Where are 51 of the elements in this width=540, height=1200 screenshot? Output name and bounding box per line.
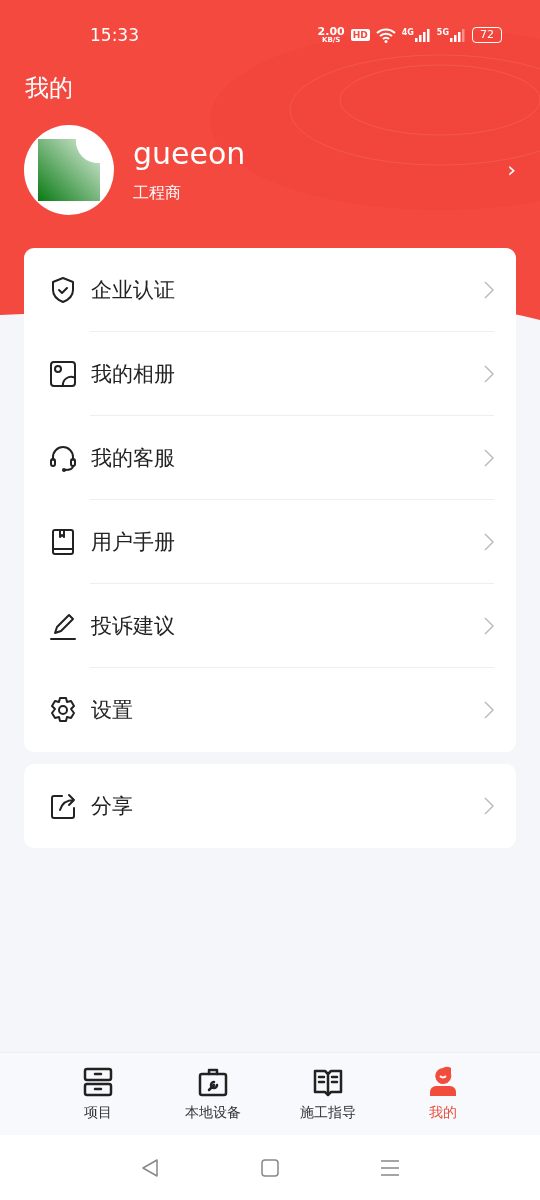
menu-label: 分享: [91, 793, 133, 820]
page-title: 我的: [24, 73, 74, 104]
chevron-icon: [484, 365, 494, 383]
user-name: gueeon: [133, 135, 246, 171]
tab[interactable]: 项目: [40, 1053, 155, 1135]
settings-icon: [48, 695, 78, 725]
chevron-icon: [484, 701, 494, 719]
menu-item[interactable]: 用户手册: [24, 500, 516, 584]
tab-label: 项目: [83, 1104, 112, 1122]
menu-label: 用户手册: [91, 529, 175, 556]
menu-item[interactable]: 设置: [24, 668, 516, 752]
chevron-link[interactable]: ›: [507, 157, 516, 182]
menu-item[interactable]: 企业认证: [24, 248, 516, 332]
menu-label: 投诉建议: [91, 613, 175, 640]
menu-item[interactable]: 分享: [24, 764, 516, 848]
chevron-icon: [484, 797, 494, 815]
signal-icon: [414, 28, 431, 42]
tab[interactable]: 施工指导: [270, 1053, 385, 1135]
tab-label: 我的: [428, 1104, 457, 1122]
back-icon[interactable]: [140, 1157, 160, 1178]
menu-icon[interactable]: [380, 1157, 400, 1178]
network-type: 5G: [436, 28, 449, 37]
menu-label: 我的相册: [91, 361, 175, 388]
home-icon[interactable]: [260, 1157, 280, 1178]
share-icon: [48, 791, 78, 821]
menu-label: 企业认证: [91, 277, 175, 304]
wifi-icon: [375, 27, 396, 43]
status-time: 15:33: [90, 25, 139, 45]
toolbox-icon: [196, 1066, 229, 1098]
network-speed: 2.00: [317, 26, 345, 37]
chevron-icon: [484, 449, 494, 467]
drawers-icon: [81, 1066, 114, 1098]
menu-label: 我的客服: [91, 445, 175, 472]
battery-level: 72: [472, 27, 502, 43]
chevron-icon: [484, 281, 494, 299]
menu-item[interactable]: 我的相册: [24, 332, 516, 416]
tab[interactable]: 本地设备: [155, 1053, 270, 1135]
headset-icon: [48, 443, 78, 473]
tab-label: 本地设备: [184, 1104, 241, 1122]
menu-item[interactable]: 投诉建议: [24, 584, 516, 668]
network-type: 4G: [401, 28, 414, 37]
menu-label: 设置: [91, 697, 133, 724]
menu-item[interactable]: 我的客服: [24, 416, 516, 500]
signal-icon: [450, 28, 466, 42]
user-role: 工程商: [133, 182, 182, 204]
pencil-icon: [48, 611, 78, 641]
chevron-icon: [484, 533, 494, 551]
photo-icon: [48, 359, 78, 389]
chevron-icon: [484, 617, 494, 635]
tab[interactable]: 我的: [385, 1053, 500, 1135]
tab-label: 施工指导: [299, 1104, 356, 1122]
